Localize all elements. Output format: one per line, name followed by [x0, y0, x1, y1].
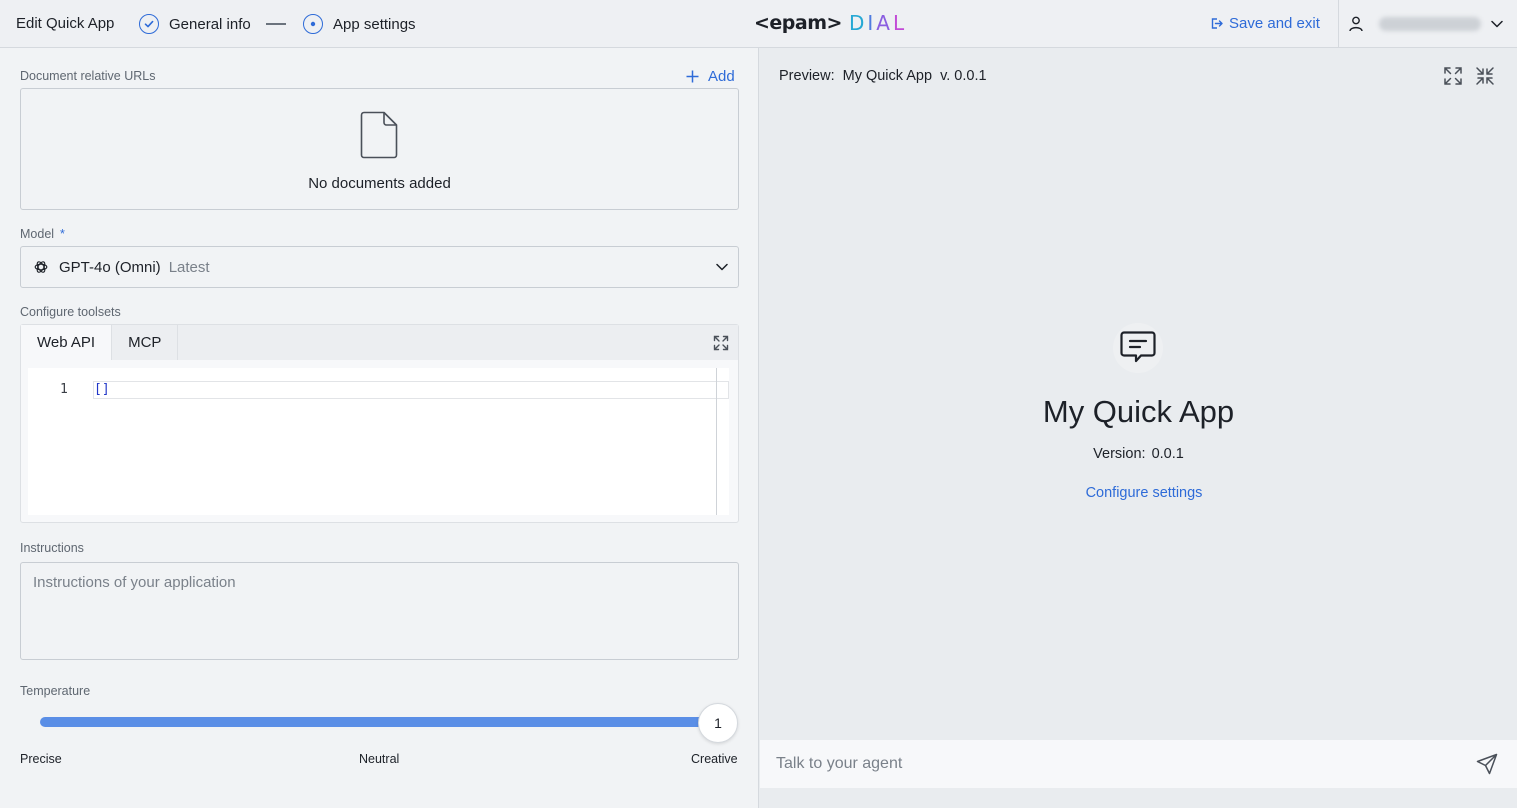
logo-brand: <epam> — [754, 12, 842, 34]
model-version: Latest — [168, 258, 210, 276]
editor-scrollbar[interactable] — [716, 368, 717, 515]
line-number: 1 — [60, 382, 68, 397]
chat-input-bar — [760, 740, 1517, 788]
agent-version: Version: 0.0.1 — [760, 446, 1517, 462]
step-label: App settings — [333, 15, 416, 33]
preview-app-name: My Quick App — [842, 68, 933, 84]
required-mark: * — [60, 227, 65, 241]
configure-settings-link[interactable]: Configure settings — [760, 485, 1517, 501]
agent-avatar — [1113, 323, 1163, 373]
user-icon — [1349, 16, 1363, 32]
add-document-button[interactable]: Add — [686, 68, 735, 85]
current-line-highlight — [93, 381, 729, 399]
toolsets-editor: Web API MCP 1 [] — [20, 324, 739, 523]
model-label-text: Model — [20, 227, 55, 241]
top-bar: Edit Quick App General info App settings… — [0, 0, 1517, 48]
user-name-redacted — [1379, 17, 1481, 31]
preview-version: v. 0.0.1 — [940, 68, 987, 84]
preview-prefix: Preview: — [779, 68, 835, 84]
chat-input[interactable] — [760, 740, 1460, 788]
exit-icon — [1211, 18, 1223, 29]
preview-panel: Preview: My Quick App v. 0.0.1 My Quick Ap… — [760, 48, 1517, 808]
toolsets-label: Configure toolsets — [20, 305, 121, 319]
model-label: Model * — [20, 227, 65, 241]
save-and-exit-label: Save and exit — [1229, 15, 1320, 32]
version-label: Version: — [1093, 446, 1146, 462]
save-and-exit-button[interactable]: Save and exit — [1210, 15, 1320, 32]
tab-web-api[interactable]: Web API — [21, 325, 113, 360]
logo-product: DIAL — [848, 11, 908, 35]
model-select[interactable]: GPT-4o (Omni) Latest — [20, 246, 739, 288]
page-title: Edit Quick App — [16, 15, 115, 32]
step-connector — [266, 23, 286, 25]
collapse-icon[interactable] — [1475, 66, 1495, 86]
slider-label-precise: Precise — [20, 752, 62, 766]
documents-dropzone: No documents added — [20, 88, 739, 210]
openai-icon — [34, 261, 48, 273]
temperature-slider-thumb[interactable]: 1 — [698, 703, 738, 743]
tab-mcp[interactable]: MCP — [112, 325, 179, 360]
temperature-slider-track[interactable] — [40, 717, 720, 727]
instructions-field[interactable] — [20, 562, 739, 660]
chevron-down-icon — [1491, 20, 1503, 28]
preview-title: Preview: My Quick App v. 0.0.1 — [779, 68, 987, 84]
user-menu[interactable] — [1338, 0, 1517, 48]
check-circle-icon — [139, 14, 159, 34]
settings-panel: Document relative URLs Add No documents … — [0, 48, 759, 808]
tabs-background — [176, 325, 738, 360]
toolset-tabs: Web API MCP — [21, 325, 179, 360]
send-icon[interactable] — [1476, 753, 1498, 775]
code-content: [] — [94, 382, 110, 397]
chat-bubble-icon — [1120, 331, 1156, 363]
file-icon — [360, 111, 398, 159]
step-label: General info — [169, 15, 251, 33]
slider-label-neutral: Neutral — [359, 752, 400, 766]
fullscreen-icon[interactable] — [1443, 66, 1463, 86]
chevron-down-icon — [716, 263, 728, 271]
code-editor[interactable]: 1 [] — [28, 368, 729, 515]
model-name: GPT-4o (Omni) — [59, 258, 161, 276]
empty-documents-text: No documents added — [308, 175, 451, 192]
current-step-icon — [303, 14, 323, 34]
step-general-info[interactable]: General info — [139, 13, 251, 35]
agent-name: My Quick App — [1042, 394, 1235, 429]
instructions-label: Instructions — [20, 541, 84, 555]
slider-label-creative: Creative — [691, 752, 738, 766]
plus-icon — [686, 70, 699, 83]
documents-label: Document relative URLs — [20, 69, 156, 83]
expand-icon[interactable] — [713, 335, 729, 351]
add-label: Add — [708, 68, 735, 85]
temperature-label: Temperature — [20, 684, 91, 698]
dial-logo: <epam> DIAL — [754, 10, 907, 36]
version-value: 0.0.1 — [1151, 446, 1184, 462]
step-app-settings[interactable]: App settings — [303, 13, 416, 35]
